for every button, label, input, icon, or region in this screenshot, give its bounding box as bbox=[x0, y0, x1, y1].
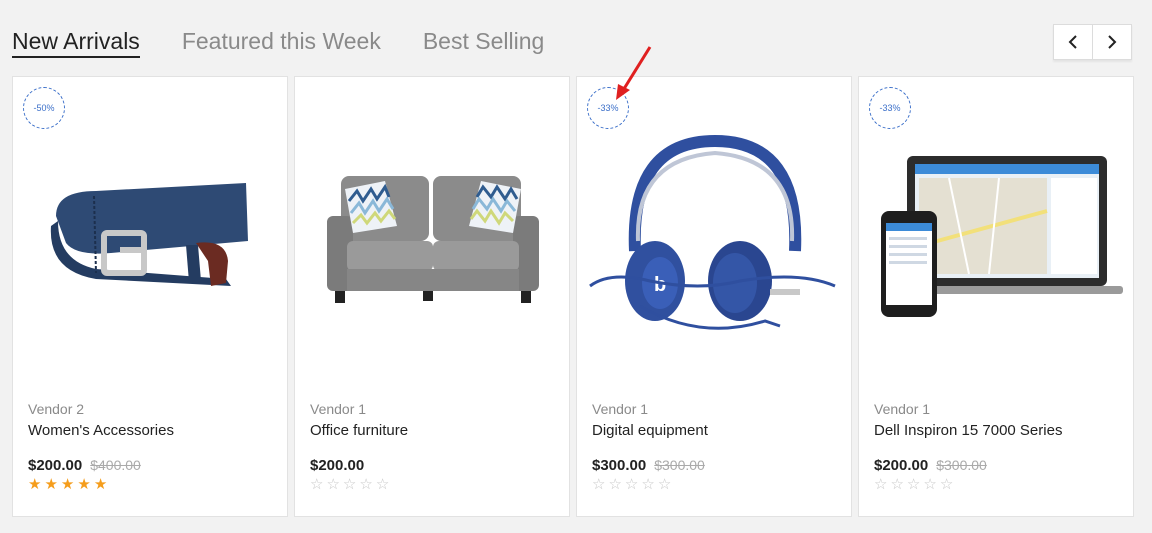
product-image-headphones[interactable]: b bbox=[577, 121, 853, 351]
star-empty-icon: ☆ bbox=[641, 476, 655, 493]
product-image-sofa[interactable] bbox=[295, 121, 571, 351]
product-title[interactable]: Digital equipment bbox=[592, 422, 708, 439]
product-price: $300.00 $300.00 bbox=[592, 457, 705, 474]
current-price: $200.00 bbox=[310, 457, 365, 474]
product-vendor: Vendor 2 bbox=[28, 401, 85, 417]
rating-stars: ☆ ☆ ☆ ☆ ☆ bbox=[310, 477, 389, 493]
product-vendor: Vendor 1 bbox=[310, 401, 367, 417]
star-filled-icon: ★ bbox=[28, 476, 42, 493]
product-title[interactable]: Women's Accessories bbox=[28, 422, 174, 439]
star-filled-icon: ★ bbox=[44, 476, 58, 493]
old-price: $300.00 bbox=[936, 457, 987, 473]
star-empty-icon: ☆ bbox=[310, 476, 324, 493]
product-card[interactable]: -50% Vendor 2 Women's Accessories $200.0… bbox=[12, 76, 288, 517]
current-price: $200.00 bbox=[28, 457, 83, 474]
annotation-arrow-icon bbox=[616, 46, 652, 100]
product-tabs: New Arrivals Featured this Week Best Sel… bbox=[12, 26, 586, 58]
star-filled-icon: ★ bbox=[60, 476, 75, 493]
next-button[interactable] bbox=[1092, 25, 1131, 59]
star-empty-icon: ☆ bbox=[890, 476, 904, 493]
product-card[interactable]: -33% Vendor 1 Dell Inspiron 15 7000 Seri… bbox=[858, 76, 1134, 517]
chevron-right-icon bbox=[1108, 35, 1117, 49]
current-price: $300.00 bbox=[592, 457, 647, 474]
product-image-belt[interactable] bbox=[13, 121, 289, 351]
star-empty-icon: ☆ bbox=[326, 476, 340, 493]
star-empty-icon: ☆ bbox=[939, 476, 954, 493]
rating-stars: ★ ★ ★ ★ ★ bbox=[28, 477, 107, 493]
product-price: $200.00 $400.00 bbox=[28, 457, 141, 474]
product-price: $200.00 $300.00 bbox=[874, 457, 987, 474]
product-vendor: Vendor 1 bbox=[874, 401, 931, 417]
star-empty-icon: ☆ bbox=[342, 476, 357, 493]
star-empty-icon: ☆ bbox=[359, 476, 373, 493]
star-empty-icon: ☆ bbox=[923, 476, 937, 493]
product-title[interactable]: Office furniture bbox=[310, 422, 408, 439]
product-grid: -50% Vendor 2 Women's Accessories $200.0… bbox=[12, 76, 1134, 517]
chevron-left-icon bbox=[1068, 35, 1077, 49]
star-empty-icon: ☆ bbox=[624, 476, 639, 493]
product-vendor: Vendor 1 bbox=[592, 401, 649, 417]
star-empty-icon: ☆ bbox=[657, 476, 672, 493]
star-filled-icon: ★ bbox=[77, 476, 91, 493]
product-card[interactable]: -33% b Vendor 1 Digital equipment $300.0… bbox=[576, 76, 852, 517]
tab-best-selling[interactable]: Best Selling bbox=[423, 26, 544, 56]
product-title[interactable]: Dell Inspiron 15 7000 Series bbox=[874, 422, 1062, 439]
star-empty-icon: ☆ bbox=[375, 476, 390, 493]
rating-stars: ☆ ☆ ☆ ☆ ☆ bbox=[874, 477, 953, 493]
tab-featured-this-week[interactable]: Featured this Week bbox=[182, 26, 381, 56]
star-empty-icon: ☆ bbox=[592, 476, 606, 493]
star-empty-icon: ☆ bbox=[874, 476, 888, 493]
tab-new-arrivals[interactable]: New Arrivals bbox=[12, 26, 140, 58]
prev-button[interactable] bbox=[1054, 25, 1092, 59]
product-card[interactable]: Vendor 1 Office furniture $200.00 ☆ ☆ ☆ … bbox=[294, 76, 570, 517]
carousel-nav bbox=[1053, 24, 1132, 60]
product-price: $200.00 bbox=[310, 457, 364, 474]
current-price: $200.00 bbox=[874, 457, 929, 474]
star-filled-icon: ★ bbox=[93, 476, 108, 493]
star-empty-icon: ☆ bbox=[906, 476, 921, 493]
old-price: $400.00 bbox=[90, 457, 141, 473]
product-image-laptop-phone[interactable] bbox=[859, 121, 1135, 351]
star-empty-icon: ☆ bbox=[608, 476, 622, 493]
rating-stars: ☆ ☆ ☆ ☆ ☆ bbox=[592, 477, 671, 493]
old-price: $300.00 bbox=[654, 457, 705, 473]
